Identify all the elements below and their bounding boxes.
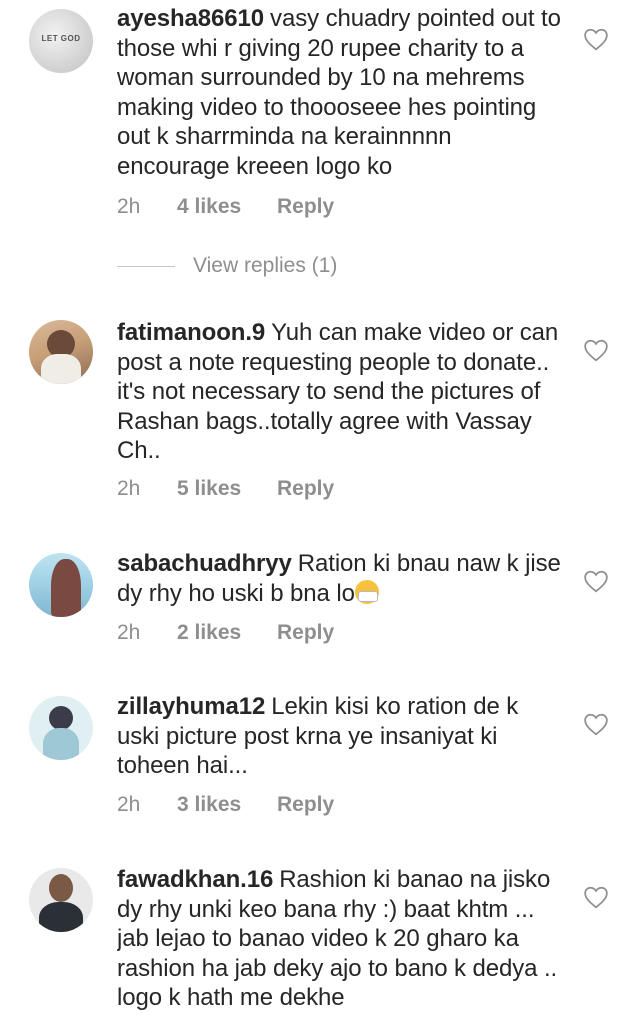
- face-with-medical-mask-icon: [354, 579, 379, 604]
- reply-button[interactable]: Reply: [277, 793, 334, 817]
- comment-likes[interactable]: 4 likes: [177, 195, 277, 219]
- comment-meta: 2h 5 likes Reply: [117, 477, 334, 501]
- comment-time: 2h: [117, 621, 141, 644]
- view-replies-label: View replies (1): [193, 254, 338, 277]
- avatar-figure: [49, 874, 73, 902]
- reply-button[interactable]: Reply: [277, 195, 334, 219]
- view-replies-button[interactable]: View replies (1): [117, 254, 337, 278]
- comment-text: sabachuadhryy Ration ki bnau naw k jise d…: [117, 549, 563, 608]
- avatar-figure: [49, 706, 73, 730]
- avatar[interactable]: [29, 696, 93, 760]
- avatar[interactable]: [29, 868, 93, 932]
- heart-outline-icon[interactable]: [583, 569, 609, 593]
- comment-meta: 2h 2 likes Reply: [117, 621, 334, 645]
- heart-outline-icon[interactable]: [583, 885, 609, 909]
- comment-text: fatimanoon.9 Yuh can make video or can po…: [117, 318, 563, 466]
- avatar-figure-body: [39, 902, 83, 932]
- comment-likes[interactable]: 3 likes: [177, 793, 277, 817]
- avatar-logo-text: LET GOD: [41, 34, 81, 43]
- comment-username[interactable]: ayesha86610: [117, 5, 264, 32]
- comment-likes[interactable]: 2 likes: [177, 621, 277, 645]
- heart-outline-icon[interactable]: [583, 712, 609, 736]
- comment-meta: 2h 3 likes Reply: [117, 793, 334, 817]
- comment-meta: 2h 4 likes Reply: [117, 195, 334, 219]
- heart-outline-icon[interactable]: [583, 338, 609, 362]
- avatar[interactable]: LET GOD: [29, 9, 93, 73]
- comment-text: fawadkhan.16 Rashion ki banao na jisko dy…: [117, 865, 563, 1024]
- avatar[interactable]: [29, 553, 93, 617]
- reply-button[interactable]: Reply: [277, 621, 334, 645]
- heart-outline-icon[interactable]: [583, 27, 609, 51]
- comment-time: 2h: [117, 793, 141, 816]
- avatar-figure: [51, 559, 81, 617]
- avatar-figure-body: [41, 354, 81, 384]
- comment-text: ayesha86610 vasy chuadry pointed out to t…: [117, 4, 563, 181]
- comment-username[interactable]: zillayhuma12: [117, 693, 265, 720]
- comment-likes[interactable]: 5 likes: [177, 477, 277, 501]
- comment-time: 2h: [117, 195, 141, 218]
- comment-text: zillayhuma12 Lekin kisi ko ration de k us…: [117, 692, 563, 781]
- comment-username[interactable]: fawadkhan.16: [117, 866, 273, 893]
- comment-time: 2h: [117, 477, 141, 500]
- comment-username[interactable]: sabachuadhryy: [117, 550, 292, 577]
- reply-button[interactable]: Reply: [277, 477, 334, 501]
- comment-username[interactable]: fatimanoon.9: [117, 319, 265, 346]
- divider: [117, 265, 175, 267]
- avatar-figure-body: [43, 728, 79, 760]
- avatar[interactable]: [29, 320, 93, 384]
